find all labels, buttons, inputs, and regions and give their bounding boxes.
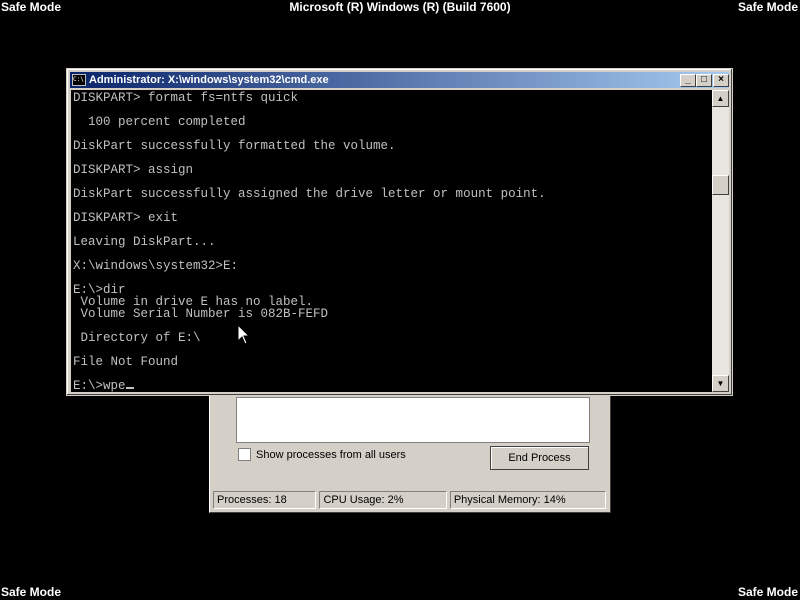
show-all-users-checkbox[interactable]: Show processes from all users xyxy=(238,448,406,461)
console-line: Leaving DiskPart... xyxy=(73,235,216,249)
status-bar: Processes: 18 CPU Usage: 2% Physical Mem… xyxy=(213,491,606,509)
cmd-window[interactable]: C:\ Administrator: X:\windows\system32\c… xyxy=(66,68,733,396)
console-line: 100 percent completed xyxy=(73,115,246,129)
build-banner: Microsoft (R) Windows (R) (Build 7600) xyxy=(289,0,511,14)
cmd-titlebar[interactable]: C:\ Administrator: X:\windows\system32\c… xyxy=(70,72,729,88)
scroll-down-icon[interactable]: ▼ xyxy=(712,375,729,392)
status-cpu: CPU Usage: 2% xyxy=(319,491,447,509)
console-line: X:\windows\system32>E: xyxy=(73,259,239,273)
safe-mode-label-bottom-right: Safe Mode xyxy=(737,585,798,599)
console-output[interactable]: DISKPART> format fs=ntfs quick 100 perce… xyxy=(71,90,712,392)
maximize-button[interactable]: □ xyxy=(696,74,712,87)
console-line: DISKPART> assign xyxy=(73,163,194,177)
console-line: E:\>wpe xyxy=(73,380,134,392)
cmd-icon[interactable]: C:\ xyxy=(72,74,86,86)
close-button[interactable]: × xyxy=(713,74,729,87)
console-line: Directory of E:\ xyxy=(73,331,201,345)
scroll-thumb[interactable] xyxy=(712,175,729,195)
minimize-button[interactable]: _ xyxy=(680,74,696,87)
console-line: DISKPART> exit xyxy=(73,211,179,225)
console-line: File Not Found xyxy=(73,355,179,369)
safe-mode-label-top-right: Safe Mode xyxy=(737,0,798,14)
status-memory: Physical Memory: 14% xyxy=(449,491,606,509)
console-line: DISKPART> format fs=ntfs quick xyxy=(73,91,299,105)
console-line: DiskPart successfully assigned the drive… xyxy=(73,187,546,201)
task-manager-window[interactable]: Show processes from all users End Proces… xyxy=(209,380,611,513)
scroll-up-icon[interactable]: ▲ xyxy=(712,90,729,107)
checkbox-box[interactable] xyxy=(238,448,251,461)
window-title: Administrator: X:\windows\system32\cmd.e… xyxy=(89,74,329,86)
process-list[interactable] xyxy=(236,397,590,443)
checkbox-label: Show processes from all users xyxy=(256,448,406,461)
status-processes: Processes: 18 xyxy=(213,491,317,509)
vertical-scrollbar[interactable]: ▲ ▼ xyxy=(712,90,729,392)
safe-mode-label-bottom-left: Safe Mode xyxy=(1,585,62,599)
end-process-button[interactable]: End Process xyxy=(490,446,589,470)
console-line: Volume Serial Number is 082B-FEFD xyxy=(73,307,329,321)
console-line: DiskPart successfully formatted the volu… xyxy=(73,139,396,153)
text-cursor xyxy=(125,387,134,389)
